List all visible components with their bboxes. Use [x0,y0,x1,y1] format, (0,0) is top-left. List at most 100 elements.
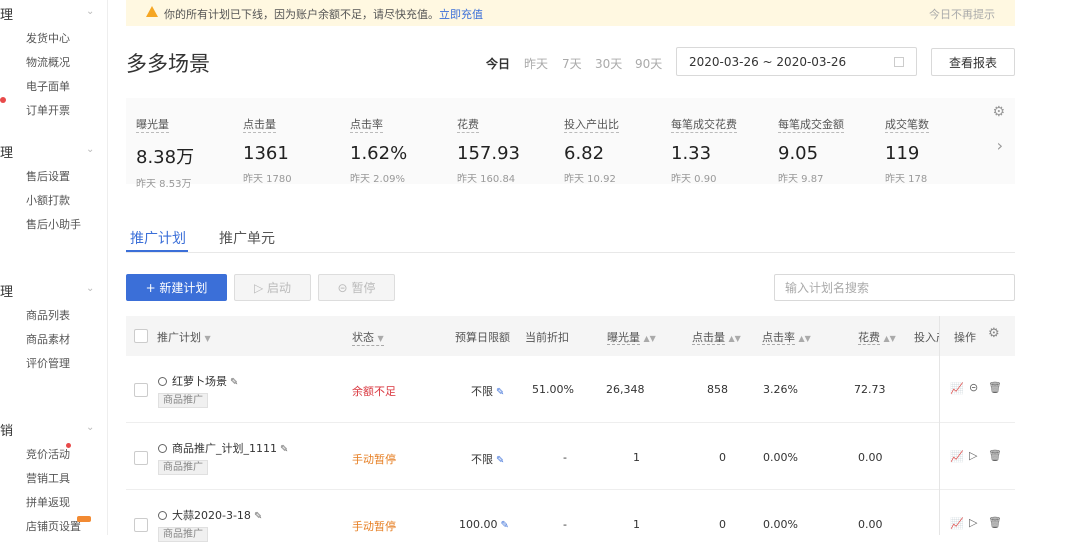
range-today[interactable]: 今日 [486,55,510,72]
row-checkbox[interactable] [134,383,148,397]
chevron-down-icon[interactable]: ⌄ [86,6,94,17]
trash-icon[interactable]: 🗑 [988,449,1002,462]
impressions-value: 1 [633,518,640,531]
ctr-value: 3.26% [763,383,798,396]
sidebar-item-e-waybill[interactable]: 电子面单 [26,78,70,94]
table-row[interactable]: 商品推广_计划_1111 ✎ 商品推广 手动暂停 不限 ✎ - 1 0 0.00% … [126,423,1015,490]
fixed-column-divider [939,316,940,535]
sort-icon[interactable]: ▲▼ [729,334,741,343]
start-button[interactable]: ▷ 启动 [234,274,311,301]
chevron-down-icon[interactable]: ⌄ [86,283,94,294]
tab-promotion-plan[interactable]: 推广计划 [130,228,186,248]
edit-icon[interactable]: ✎ [496,387,504,398]
col-ctr[interactable]: 点击率 ▲▼ [762,329,811,345]
sidebar-item-product-material[interactable]: 商品素材 [26,331,70,347]
clicks-value: 0 [719,451,726,464]
sidebar-item-marketing-tools[interactable]: 营销工具 [26,470,70,486]
info-icon [158,511,167,520]
col-status[interactable]: 状态 ▼ [352,329,384,346]
sidebar-item-review-management[interactable]: 评价管理 [26,355,70,371]
sidebar-section-title: 理 [0,285,14,300]
tab-promotion-unit[interactable]: 推广单元 [219,228,275,248]
table-row[interactable]: 大蒜2020-3-18 ✎ 商品推广 手动暂停 100.00 ✎ - 1 0 0.0… [126,490,1015,542]
date-range-picker[interactable]: 2020-03-26 ~ 2020-03-26 [676,47,917,76]
sort-icon[interactable]: ▲▼ [884,334,896,343]
row-checkbox[interactable] [134,451,148,465]
chevron-down-icon[interactable]: ⌄ [86,144,94,155]
sidebar-item-logistics-overview[interactable]: 物流概况 [26,54,70,70]
chart-icon[interactable]: 📈 [950,517,964,530]
plan-tag: 商品推广 [158,460,208,475]
sidebar-item-store-page-settings[interactable]: 店铺页设置 [26,518,81,534]
calendar-icon [894,57,904,67]
col-clicks[interactable]: 点击量 ▲▼ [692,329,741,345]
play-icon: ▷ [253,281,264,295]
clicks-value: 0 [719,518,726,531]
range-30-days[interactable]: 30天 [595,55,622,72]
chart-icon[interactable]: 📈 [950,450,964,463]
gear-icon[interactable]: ⚙ [988,326,1000,341]
sidebar-item-shipping-center[interactable]: 发货中心 [26,30,70,46]
pause-button[interactable]: ⊝ 暂停 [318,274,395,301]
new-plan-button[interactable]: + 新建计划 [126,274,227,301]
impressions-value: 1 [633,451,640,464]
sidebar-section-title: 理 [0,146,14,161]
plan-name[interactable]: 大蒜2020-3-18 ✎ [158,507,262,523]
pause-icon[interactable]: ⊝ [969,381,978,394]
play-icon[interactable]: ▷ [969,449,977,462]
edit-icon[interactable]: ✎ [501,520,509,531]
dismiss-today-link[interactable]: 今日不再提示 [929,6,995,22]
stat-clicks: 点击量 1361 昨天 1780 [243,118,292,185]
sidebar-item-group-cashback[interactable]: 拼单返现 [26,494,70,510]
chevron-right-icon[interactable]: › [997,136,1003,155]
table-row[interactable]: 红萝卜场景 ✎ 商品推广 余额不足 不限 ✎ 51.00% 26,348 858 3… [126,356,1015,423]
notification-dot [0,97,6,103]
sort-icon[interactable]: ▲▼ [799,334,811,343]
select-all-checkbox[interactable] [134,329,148,343]
filter-icon[interactable]: ▼ [378,334,384,343]
stat-amount-per-order: 每笔成交金额 9.05 昨天 9.87 [778,118,844,185]
edit-icon[interactable]: ✎ [254,511,262,522]
gear-icon[interactable]: ⚙ [992,104,1005,120]
trash-icon[interactable]: 🗑 [988,516,1002,529]
sort-icon[interactable]: ▲▼ [644,334,656,343]
col-plan[interactable]: 推广计划 ▼ [157,329,211,345]
view-report-button[interactable]: 查看报表 [931,48,1015,76]
col-cost[interactable]: 花费 ▲▼ [858,329,896,345]
plan-name[interactable]: 红萝卜场景 ✎ [158,373,238,389]
range-90-days[interactable]: 90天 [635,55,662,72]
notification-dot [66,443,71,448]
cost-value: 0.00 [858,518,883,531]
edit-icon[interactable]: ✎ [280,444,288,455]
discount-value: - [563,518,567,531]
sidebar-item-product-list[interactable]: 商品列表 [26,307,70,323]
tab-divider [126,252,1015,253]
new-badge [77,516,91,522]
clicks-value: 858 [707,383,728,396]
page-title: 多多场景 [126,52,210,76]
trash-icon[interactable]: 🗑 [988,381,1002,394]
stat-impressions: 曝光量 8.38万 昨天 8.53万 [136,118,195,190]
stat-ctr: 点击率 1.62% 昨天 2.09% [350,118,408,185]
sidebar-item-small-payment[interactable]: 小额打款 [26,192,70,208]
col-impressions[interactable]: 曝光量 ▲▼ [607,329,656,345]
chevron-down-icon[interactable]: ⌄ [86,422,94,433]
sidebar-item-aftersale-assistant[interactable]: 售后小助手 [26,216,81,232]
recharge-link[interactable]: 立即充值 [439,8,483,21]
plan-search-input[interactable] [774,274,1015,301]
status-text: 余额不足 [352,385,396,398]
chart-icon[interactable]: 📈 [950,382,964,395]
edit-icon[interactable]: ✎ [496,455,504,466]
sidebar-item-bidding-activity[interactable]: 竞价活动 [26,446,70,462]
filter-icon[interactable]: ▼ [205,334,211,343]
sidebar-item-aftersale-settings[interactable]: 售后设置 [26,168,70,184]
row-checkbox[interactable] [134,518,148,532]
cost-value: 72.73 [854,383,886,396]
edit-icon[interactable]: ✎ [230,377,238,388]
range-yesterday[interactable]: 昨天 [524,55,548,72]
range-7-days[interactable]: 7天 [562,55,582,72]
play-icon[interactable]: ▷ [969,516,977,529]
sidebar-item-order-invoice[interactable]: 订单开票 [26,102,70,118]
budget-value: 100.00 ✎ [459,518,509,531]
plan-name[interactable]: 商品推广_计划_1111 ✎ [158,440,288,456]
